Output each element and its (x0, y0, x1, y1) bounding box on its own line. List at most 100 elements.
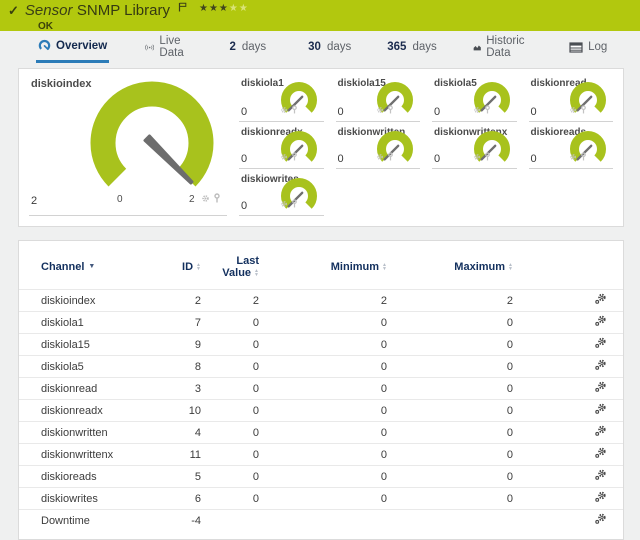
cell-id: 8 (159, 356, 201, 378)
tab-30-days[interactable]: 30 days (306, 31, 353, 63)
gauge-tile[interactable]: diskionreadx 0 (239, 122, 324, 169)
pin-icon[interactable] (291, 148, 298, 166)
cell-id: 9 (159, 334, 201, 356)
table-row[interactable]: diskionwritten 4 0 0 0 (19, 422, 623, 444)
cell-channel: Downtime (19, 510, 159, 532)
pin-icon[interactable] (291, 101, 298, 119)
tab-historic-data[interactable]: Historic Data (471, 31, 531, 63)
gauge-tile[interactable]: diskionwrittenx 0 (432, 122, 517, 169)
cell-channel: diskionwritten (19, 422, 159, 444)
gear-icon[interactable] (376, 148, 384, 166)
table-row[interactable]: diskiola1 7 0 0 0 (19, 312, 623, 334)
sort-icon: ▲▼ (254, 269, 259, 278)
tab-365-days-label: days (412, 41, 436, 53)
pin-icon[interactable] (387, 148, 394, 166)
cell-maximum: 0 (387, 422, 513, 444)
table-row[interactable]: diskiowrites 6 0 0 0 (19, 488, 623, 510)
table-row[interactable]: diskiola15 9 0 0 0 (19, 334, 623, 356)
gear-icon[interactable] (376, 101, 384, 119)
gear-icon[interactable] (280, 101, 288, 119)
table-row[interactable]: diskioreads 5 0 0 0 (19, 466, 623, 488)
status-badge: OK (38, 21, 630, 32)
table-row[interactable]: diskiola5 8 0 0 0 (19, 356, 623, 378)
channel-settings-gear-icon[interactable] (595, 381, 607, 396)
channel-settings-gear-icon[interactable] (595, 359, 607, 374)
column-header-last-value[interactable]: LastValue▲▼ (201, 247, 259, 290)
table-row[interactable]: Downtime -4 (19, 510, 623, 532)
table-row[interactable]: diskionread 3 0 0 0 (19, 378, 623, 400)
column-header-id[interactable]: ID▲▼ (159, 247, 201, 290)
tab-log[interactable]: Log (567, 31, 609, 63)
gauge-tile[interactable]: diskionread 0 (529, 73, 614, 122)
table-row[interactable]: diskioindex 2 2 2 2 (19, 290, 623, 312)
gear-icon[interactable] (201, 190, 210, 208)
gauge-tile-primary[interactable]: diskioindex 0 2 2 (29, 73, 227, 216)
stars-empty[interactable]: ★★ (229, 3, 249, 14)
pin-icon[interactable] (580, 101, 587, 119)
gauge-tile[interactable]: diskiola15 0 (336, 73, 421, 122)
channel-settings-gear-icon[interactable] (595, 469, 607, 484)
priority-stars[interactable]: ★★★★★ (199, 3, 249, 14)
channel-settings-gear-icon[interactable] (595, 513, 607, 528)
tab-365-days-number: 365 (387, 41, 406, 53)
gauge-current-value: 2 (31, 195, 37, 207)
table-row[interactable]: diskionwrittenx 11 0 0 0 (19, 444, 623, 466)
cell-minimum: 0 (259, 466, 387, 488)
column-header-minimum[interactable]: Minimum▲▼ (259, 247, 387, 290)
cell-channel: diskionwrittenx (19, 444, 159, 466)
tab-30-days-number: 30 (308, 41, 321, 53)
cell-id: 3 (159, 378, 201, 400)
channel-settings-gear-icon[interactable] (595, 403, 607, 418)
channel-settings-gear-icon[interactable] (595, 315, 607, 330)
gear-icon[interactable] (569, 101, 577, 119)
tab-live-data[interactable]: Live Data (143, 31, 191, 63)
title-prefix: Sensor (25, 2, 73, 19)
cell-maximum: 0 (387, 444, 513, 466)
channel-settings-gear-icon[interactable] (595, 447, 607, 462)
area-chart-icon (473, 42, 481, 53)
channel-settings-gear-icon[interactable] (595, 293, 607, 308)
cell-last-value: 0 (201, 422, 259, 444)
cell-id: 4 (159, 422, 201, 444)
channel-settings-gear-icon[interactable] (595, 491, 607, 506)
gauge-tile[interactable]: diskiola1 0 (239, 73, 324, 122)
gauge-tile[interactable]: diskiola5 0 (432, 73, 517, 122)
pin-icon[interactable] (291, 195, 298, 213)
gauge-current-value: 0 (531, 153, 537, 165)
table-row[interactable]: diskionreadx 10 0 0 0 (19, 400, 623, 422)
tab-365-days[interactable]: 365 days (385, 31, 438, 63)
gauges-panel: diskioindex 0 2 2 diskiola1 0 (18, 68, 624, 227)
column-header-channel[interactable]: Channel▼ (19, 247, 159, 290)
pin-icon[interactable] (213, 190, 221, 208)
pin-icon[interactable] (484, 148, 491, 166)
gear-icon[interactable] (473, 148, 481, 166)
cell-minimum: 2 (259, 290, 387, 312)
gear-icon[interactable] (473, 101, 481, 119)
cell-channel: diskiola15 (19, 334, 159, 356)
cell-last-value: 0 (201, 400, 259, 422)
cell-minimum: 0 (259, 378, 387, 400)
column-header-channel-label: Channel (41, 261, 84, 273)
gauge-tile[interactable]: diskioreads 0 (529, 122, 614, 169)
cell-last-value (201, 510, 259, 532)
pin-icon[interactable] (387, 101, 394, 119)
channel-settings-gear-icon[interactable] (595, 425, 607, 440)
tab-overview[interactable]: Overview (36, 31, 109, 63)
gauge-tile[interactable]: diskiowrites 0 (239, 169, 324, 216)
tab-2-days-label: days (242, 41, 266, 53)
gear-icon[interactable] (280, 195, 288, 213)
gear-icon[interactable] (280, 148, 288, 166)
gauge-current-value: 0 (338, 153, 344, 165)
gauge-tile[interactable]: diskionwritten 0 (336, 122, 421, 169)
column-header-maximum[interactable]: Maximum▲▼ (387, 247, 513, 290)
pin-icon[interactable] (580, 148, 587, 166)
gear-icon[interactable] (569, 148, 577, 166)
tab-2-days[interactable]: 2 days (227, 31, 268, 63)
stars-filled[interactable]: ★★★ (199, 3, 229, 14)
cell-id: -4 (159, 510, 201, 532)
pin-icon[interactable] (484, 101, 491, 119)
flag-icon[interactable] (178, 0, 187, 17)
channel-settings-gear-icon[interactable] (595, 337, 607, 352)
page-title: Sensor SNMP Library (25, 2, 170, 20)
sensor-name: SNMP Library (77, 2, 170, 19)
